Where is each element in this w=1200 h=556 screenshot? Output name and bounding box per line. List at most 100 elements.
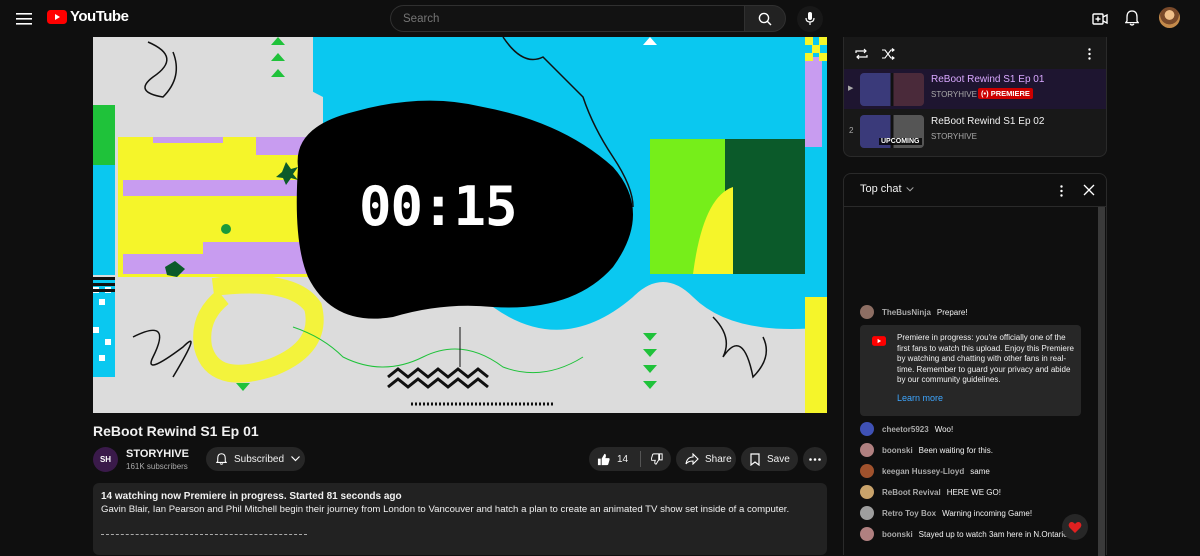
youtube-logo[interactable]: YouTube — [47, 8, 129, 25]
playlist-item-title: ReBoot Rewind S1 Ep 02 — [931, 116, 1045, 127]
premiere-badge: (•) PREMIERE — [978, 88, 1033, 99]
youtube-play-icon — [47, 9, 67, 24]
bookmark-icon — [750, 452, 760, 466]
share-button[interactable]: Share — [676, 447, 736, 471]
playlist-item-channel: STORYHIVE — [931, 132, 977, 141]
like-dislike-group: 14 — [589, 447, 671, 471]
chat-author[interactable]: boonski — [882, 530, 913, 539]
video-player[interactable]: 00:15 — [93, 37, 827, 413]
chat-text: same — [970, 466, 990, 476]
description-divider — [101, 534, 307, 535]
chat-message: boonski Stayed up to watch 3am here in N… — [860, 527, 1080, 541]
playlist-item-ep01[interactable]: ▶ ReBoot Rewind S1 Ep 01 STORYHIVE (•) P… — [844, 69, 1106, 109]
learn-more-link[interactable]: Learn more — [897, 393, 943, 403]
chat-mode-label: Top chat — [860, 183, 902, 195]
search-input[interactable] — [401, 12, 725, 26]
chat-author[interactable]: TheBusNinja — [882, 308, 931, 317]
description-text: Gavin Blair, Ian Pearson and Phil Mitche… — [101, 504, 790, 515]
premiere-notice: Premiere in progress: you're officially … — [860, 325, 1081, 416]
live-chat-panel: Top chat TheBusNinja Prepare! Premiere i… — [843, 173, 1107, 556]
account-avatar[interactable] — [1159, 7, 1180, 28]
create-video-icon — [1092, 13, 1108, 25]
chat-author[interactable]: keegan Hussey-Lloyd — [882, 467, 964, 476]
shuffle-icon — [882, 48, 895, 60]
subscribed-button[interactable]: Subscribed — [206, 447, 305, 471]
voice-search-button[interactable] — [797, 6, 823, 32]
playlist-item-index: ▶ — [848, 85, 854, 92]
chat-author[interactable]: cheetor5923 — [882, 425, 929, 434]
playlist-more-button[interactable] — [1088, 47, 1091, 65]
chat-text: Warning incoming Game! — [942, 508, 1033, 518]
chat-avatar[interactable] — [860, 527, 874, 541]
chat-author[interactable]: Retro Toy Box — [882, 509, 936, 518]
chat-close-button[interactable] — [1083, 183, 1095, 201]
video-title: ReBoot Rewind S1 Ep 01 — [93, 423, 259, 439]
chat-author[interactable]: boonski — [882, 446, 913, 455]
description-panel[interactable]: 14 watching now Premiere in progress. St… — [93, 483, 827, 555]
chat-text: HERE WE GO! — [946, 487, 1001, 497]
chat-message: cheetor5923 Woo! — [860, 422, 953, 436]
save-label: Save — [767, 453, 790, 465]
more-vertical-icon — [1060, 185, 1063, 197]
chat-header: Top chat — [844, 174, 1106, 207]
create-button[interactable] — [1090, 9, 1110, 29]
logo-text: YouTube — [70, 8, 129, 25]
playlist-panel: ▶ ReBoot Rewind S1 Ep 01 STORYHIVE (•) P… — [843, 37, 1107, 157]
shuffle-button[interactable] — [881, 47, 896, 65]
top-bar: YouTube — [0, 0, 1200, 37]
playlist-item-ep02[interactable]: 2 UPCOMING ReBoot Rewind S1 Ep 02 STORYH… — [844, 111, 1106, 151]
microphone-icon — [805, 12, 815, 25]
subscribed-label: Subscribed — [234, 453, 285, 465]
chat-avatar[interactable] — [860, 464, 874, 478]
description-stats: 14 watching now Premiere in progress. St… — [101, 491, 402, 502]
chat-text: Woo! — [934, 424, 954, 434]
chat-avatar[interactable] — [860, 422, 874, 436]
thumbs-up-icon — [597, 453, 610, 465]
youtube-play-icon — [872, 336, 886, 346]
chat-avatar[interactable] — [860, 443, 874, 457]
premiere-notice-text: Premiere in progress: you're officially … — [897, 333, 1074, 385]
chat-avatar[interactable] — [860, 305, 874, 319]
share-icon — [685, 453, 699, 465]
chat-message: boonski Been waiting for this. — [860, 443, 993, 457]
premiere-countdown-artwork — [93, 37, 827, 413]
notifications-button[interactable] — [1122, 8, 1142, 28]
like-count: 14 — [617, 453, 629, 465]
chat-more-button[interactable] — [1060, 184, 1063, 202]
chat-mode-dropdown[interactable]: Top chat — [860, 183, 914, 195]
close-icon — [1083, 184, 1095, 196]
thumbs-down-icon — [651, 453, 663, 465]
playlist-item-channel: STORYHIVE — [931, 90, 977, 99]
chat-avatar[interactable] — [860, 506, 874, 520]
channel-name[interactable]: STORYHIVE — [126, 448, 189, 460]
chat-text: Stayed up to watch 3am here in N.Ontario — [918, 529, 1068, 539]
chat-text: Prepare! — [936, 307, 968, 317]
reaction-button[interactable] — [1062, 514, 1088, 540]
menu-icon[interactable] — [14, 9, 34, 29]
search-icon — [758, 12, 772, 26]
subscriber-count: 161K subscribers — [126, 462, 188, 471]
chat-message: TheBusNinja Prepare! — [860, 305, 968, 319]
chat-message: keegan Hussey-Lloyd same — [860, 464, 990, 478]
chat-message: ReBoot Revival HERE WE GO! — [860, 485, 1001, 499]
chevron-down-icon — [905, 186, 914, 191]
more-actions-button[interactable] — [803, 447, 827, 471]
loop-icon — [855, 48, 868, 60]
heart-icon — [1068, 521, 1082, 533]
search-button[interactable] — [744, 5, 786, 32]
playlist-item-thumbnail — [860, 73, 924, 106]
channel-avatar-text: SH — [99, 455, 112, 464]
search-box[interactable] — [390, 5, 744, 32]
dislike-button[interactable] — [641, 447, 663, 471]
save-button[interactable]: Save — [741, 447, 798, 471]
bell-icon — [1125, 10, 1139, 26]
channel-avatar[interactable]: SH — [93, 447, 118, 472]
more-vertical-icon — [1088, 48, 1091, 60]
chat-author[interactable]: ReBoot Revival — [882, 488, 941, 497]
chat-text: Been waiting for this. — [918, 445, 993, 455]
chat-avatar[interactable] — [860, 485, 874, 499]
like-button[interactable]: 14 — [589, 447, 628, 471]
chat-scrollbar[interactable] — [1098, 207, 1105, 556]
loop-button[interactable] — [854, 47, 869, 65]
chevron-down-icon — [291, 456, 300, 462]
